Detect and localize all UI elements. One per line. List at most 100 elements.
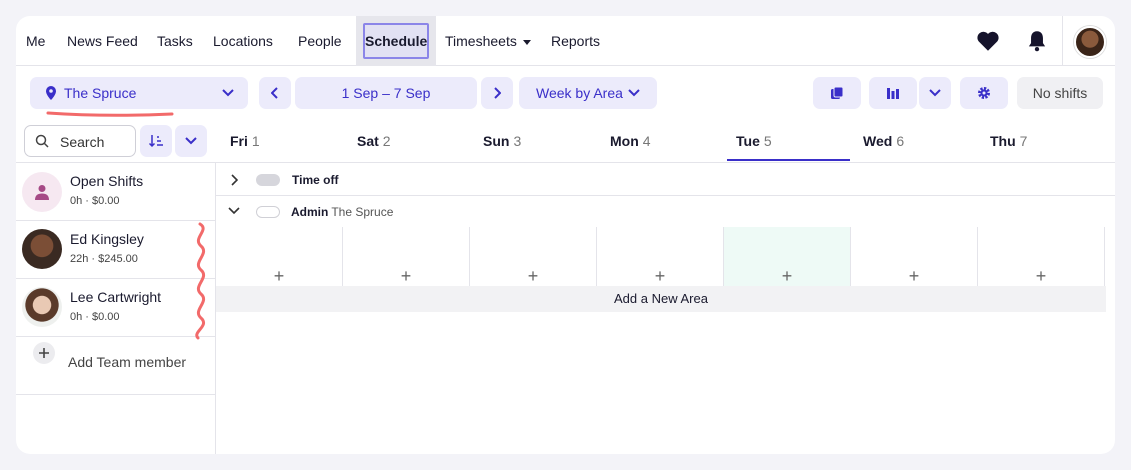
day-name: Fri (230, 133, 248, 149)
copy-button[interactable] (813, 77, 861, 109)
person-name: Open Shifts (70, 173, 144, 189)
sort-dropdown-button[interactable] (175, 125, 207, 157)
chevron-down-icon (185, 137, 197, 145)
add-team-member-button[interactable] (33, 342, 55, 364)
stats-dropdown-button[interactable] (919, 77, 951, 109)
person-hours: 22h · $245.00 (70, 253, 138, 265)
day-header-fri[interactable]: Fri 1 (230, 125, 260, 161)
open-shifts-avatar (22, 172, 62, 212)
no-shifts-button[interactable]: No shifts (1017, 77, 1103, 109)
nav-tasks[interactable]: Tasks (157, 16, 193, 66)
day-header-wed[interactable]: Wed 6 (863, 125, 904, 161)
person-hours: 0h · $0.00 (70, 311, 120, 323)
row-divider (16, 220, 216, 221)
time-off-toggle[interactable] (256, 174, 280, 186)
search-placeholder: Search (60, 134, 105, 150)
day-number: 2 (382, 133, 391, 149)
bell-icon[interactable] (1024, 28, 1050, 54)
day-number: 4 (642, 133, 651, 149)
shift-cell[interactable]: + (851, 227, 978, 286)
stats-button[interactable] (869, 77, 917, 109)
person-name: Lee Cartwright (70, 289, 162, 305)
shift-cell-today[interactable]: + (724, 227, 851, 286)
plus-icon (39, 348, 49, 358)
time-off-label: Time off (292, 173, 339, 187)
day-number: 6 (896, 133, 905, 149)
day-name: Wed (863, 133, 893, 149)
people-panel: Open Shifts 0h · $0.00 Ed Kingsley 22h ·… (16, 162, 216, 454)
person-name: Ed Kingsley (70, 231, 144, 247)
day-header-thu[interactable]: Thu 7 (990, 125, 1027, 161)
nav-divider (1062, 16, 1063, 66)
chevron-left-icon (271, 87, 278, 99)
shift-cell[interactable]: + (597, 227, 724, 286)
add-shift-plus[interactable]: + (909, 267, 920, 285)
avatar (22, 287, 62, 327)
day-number: 1 (251, 133, 260, 149)
person-icon (35, 185, 49, 200)
nav-schedule-tab[interactable]: Schedule (356, 16, 436, 66)
app-window: Me News Feed Tasks Locations People Sche… (16, 16, 1115, 454)
settings-button[interactable] (960, 77, 1008, 109)
shift-cell[interactable]: + (343, 227, 470, 286)
add-shift-plus[interactable]: + (401, 267, 412, 285)
date-range[interactable]: 1 Sep – 7 Sep (295, 77, 477, 109)
day-number: 5 (763, 133, 772, 149)
add-shift-plus[interactable]: + (528, 267, 539, 285)
row-divider (16, 394, 216, 395)
annotation-underline (46, 111, 174, 117)
sort-button[interactable] (140, 125, 172, 157)
shift-cell[interactable]: + (978, 227, 1105, 286)
area-label: Admin The Spruce (291, 205, 393, 219)
chevron-down-icon (628, 89, 640, 97)
day-name: Mon (610, 133, 639, 149)
nav-timesheets-label: Timesheets (445, 33, 517, 49)
day-number: 7 (1019, 133, 1028, 149)
day-header-mon[interactable]: Mon 4 (610, 125, 651, 161)
row-divider (16, 278, 216, 279)
next-week-button[interactable] (481, 77, 513, 109)
add-new-area-button[interactable]: Add a New Area (216, 286, 1106, 312)
nav-timesheets[interactable]: Timesheets (445, 16, 531, 66)
row-divider (216, 195, 1115, 196)
location-label: The Spruce (64, 85, 137, 101)
search-input[interactable]: Search (24, 125, 136, 157)
nav-people[interactable]: People (298, 16, 342, 66)
day-name: Tue (736, 133, 760, 149)
nav-reports[interactable]: Reports (551, 16, 600, 66)
shift-cell[interactable]: + (216, 227, 343, 286)
day-name: Sat (357, 133, 379, 149)
copy-icon (831, 86, 844, 99)
area-toggle[interactable] (256, 206, 280, 218)
caret-down-icon (522, 39, 531, 45)
area-location: The Spruce (331, 205, 394, 219)
nav-me[interactable]: Me (26, 16, 45, 66)
view-select[interactable]: Week by Area (519, 77, 657, 109)
annotation-squiggle (195, 222, 206, 340)
area-name: Admin (291, 205, 329, 219)
user-avatar[interactable] (1074, 26, 1106, 58)
add-shift-plus[interactable]: + (1036, 267, 1047, 285)
top-nav: Me News Feed Tasks Locations People Sche… (16, 16, 1115, 66)
day-name: Thu (990, 133, 1016, 149)
gear-icon (978, 87, 990, 99)
add-shift-plus[interactable]: + (274, 267, 285, 285)
search-icon (35, 134, 49, 148)
add-shift-plus[interactable]: + (655, 267, 666, 285)
prev-week-button[interactable] (259, 77, 291, 109)
nav-news-feed[interactable]: News Feed (67, 16, 138, 66)
chevron-down-icon (222, 89, 234, 97)
day-header-sun[interactable]: Sun 3 (483, 125, 521, 161)
day-header-tue[interactable]: Tue 5 (727, 125, 850, 161)
add-team-member-label[interactable]: Add Team member (68, 353, 186, 371)
day-header-sat[interactable]: Sat 2 (357, 125, 391, 161)
heart-icon[interactable] (975, 28, 1001, 54)
chevron-right-icon (494, 87, 501, 99)
nav-locations[interactable]: Locations (213, 16, 273, 66)
shift-cell[interactable]: + (470, 227, 597, 286)
add-shift-plus[interactable]: + (782, 267, 793, 285)
chevron-down-icon (929, 89, 941, 97)
location-select[interactable]: The Spruce (30, 77, 248, 109)
day-name: Sun (483, 133, 510, 149)
chevron-down-icon (228, 207, 240, 215)
